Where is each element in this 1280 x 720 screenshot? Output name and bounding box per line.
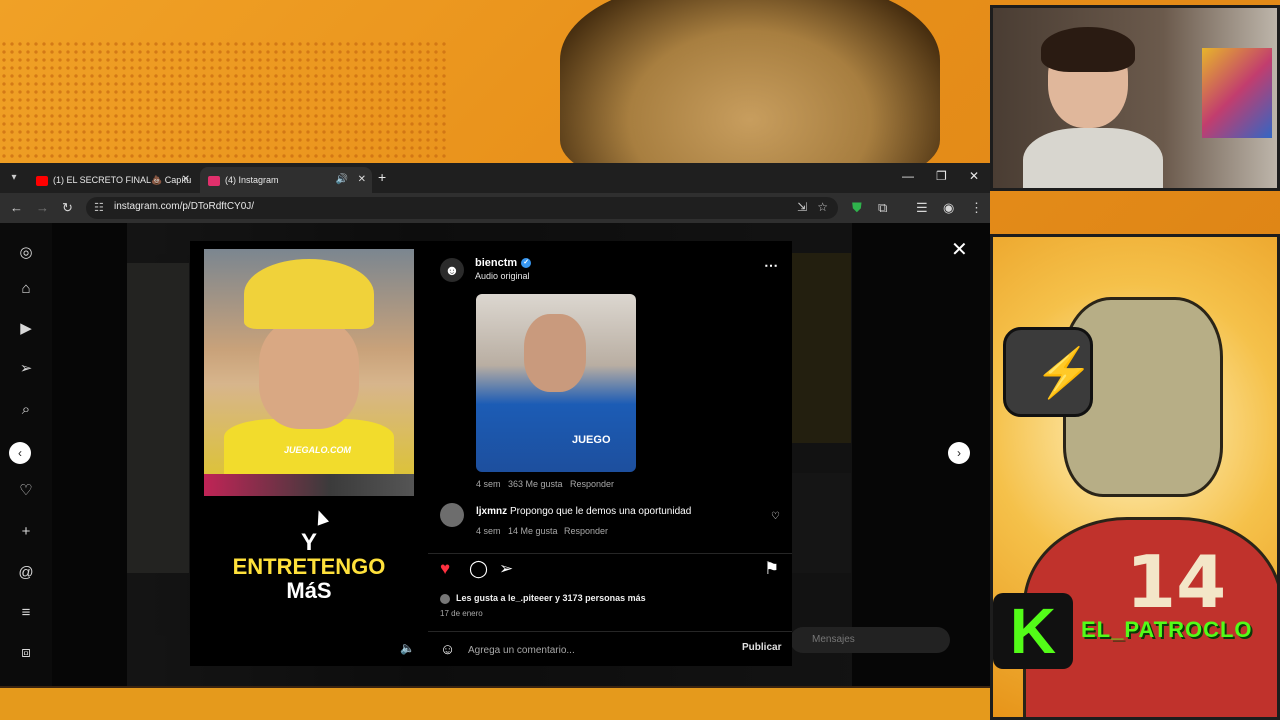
audio-label[interactable]: Audio original [475, 271, 530, 281]
webcam-feed [990, 5, 1280, 191]
like-icon[interactable]: ♥ [440, 559, 450, 579]
background-illustration [560, 0, 940, 180]
threads-icon[interactable]: @ [16, 563, 36, 583]
bolt-icon: ⚡ [1034, 347, 1094, 400]
tab-title: (4) Instagram [225, 175, 279, 185]
mascot-fist: ⚡ [1003, 327, 1094, 417]
comment-username[interactable]: ljxmnz [476, 506, 507, 517]
comment-bar: ☺ Publicar [428, 631, 792, 666]
publish-button[interactable]: Publicar [742, 642, 781, 653]
close-tab-icon[interactable]: ✕ [182, 167, 190, 193]
likes-summary[interactable]: Les gusta a le_.piteeer y 3173 personas … [440, 593, 646, 604]
youtube-icon [36, 175, 48, 186]
comment-likes[interactable]: 14 Me gusta [508, 526, 558, 536]
reply-image: JUEGO [476, 294, 636, 472]
site-info-icon[interactable]: ☷ [94, 201, 104, 214]
reply-button[interactable]: Responder [570, 479, 614, 489]
reels-icon[interactable]: ▶ [16, 319, 36, 339]
restore-button[interactable]: ❐ [936, 169, 947, 183]
instagram-page: ◎ ⌂ ▶ ➢ ⌕ ♡ + @ ≡ ⧈ ‹ › ✕ Mensajes JUEGA… [0, 223, 990, 686]
reload-button[interactable]: ↻ [62, 200, 73, 216]
url-text: instagram.com/p/DToRdftCY0J/ [114, 201, 255, 212]
install-icon[interactable]: ⇲ [797, 200, 807, 214]
create-icon[interactable]: + [16, 522, 36, 542]
tab-search-icon[interactable]: ▾ [6, 170, 22, 186]
jersey-number: 14 [1126, 540, 1227, 624]
home-icon[interactable]: ⌂ [16, 279, 36, 299]
share-icon[interactable]: ➢ [499, 559, 513, 579]
video-frame: JUEGALO.COM [204, 249, 414, 479]
volume-icon[interactable]: 🔈 [400, 641, 415, 655]
close-tab-icon[interactable]: ✕ [358, 167, 366, 193]
direct-icon[interactable]: ➢ [16, 359, 36, 379]
comment-text: Propongo que le demos una oportunidad [510, 506, 692, 517]
shield-extension-icon[interactable]: ⛊ [852, 200, 862, 216]
streamer-name: EL_PATROCLO [1081, 617, 1253, 642]
more-options-icon[interactable]: ⋯ [764, 257, 778, 274]
wall-poster [1202, 48, 1272, 138]
reel-video[interactable]: JUEGALO.COM Y ENTRETENGO MáS 🔈 [190, 241, 428, 666]
video-caption: Y ENTRETENGO MáS [232, 529, 386, 603]
address-bar[interactable]: ☷ instagram.com/p/DToRdftCY0J/ ⇲ ☆ [86, 197, 838, 219]
profile-icon[interactable]: ◉ [943, 200, 954, 216]
post-date: 17 de enero [440, 609, 483, 618]
save-icon[interactable]: ⚑ [764, 559, 779, 579]
reply-time: 4 sem [476, 479, 501, 489]
instagram-logo-icon[interactable]: ◎ [16, 243, 36, 263]
comment-input[interactable] [468, 641, 728, 659]
halftone-pattern [0, 40, 450, 160]
apps-icon[interactable]: ⧈ [16, 643, 36, 663]
speaker-icon[interactable]: 🔊 [336, 167, 348, 193]
back-button[interactable]: ← [10, 200, 23, 216]
omnibox-actions: ⇲ ☆ [797, 200, 828, 214]
instagram-icon [208, 175, 220, 186]
avatar [440, 593, 450, 604]
browser-toolbar: ← → ↻ ☷ instagram.com/p/DToRdftCY0J/ ⇲ ☆… [0, 193, 990, 223]
tab-youtube[interactable]: (1) EL SECRETO FINAL💩 Capítu ✕ [28, 167, 196, 193]
comment-icon[interactable]: ◯ [469, 559, 488, 579]
extensions-icon[interactable]: ⧉ [878, 200, 887, 216]
comment-avatar[interactable] [440, 503, 464, 527]
menu-icon[interactable]: ≡ [16, 603, 36, 623]
new-tab-button[interactable]: + [378, 169, 386, 185]
comment-reply-button[interactable]: Responder [564, 526, 608, 536]
post-username[interactable]: bienctm ✓ [475, 257, 532, 269]
close-modal-button[interactable]: ✕ [951, 237, 968, 262]
like-comment-icon[interactable]: ♡ [771, 511, 780, 522]
menu-kebab-icon[interactable]: ⋮ [970, 200, 983, 216]
comment-time: 4 sem [476, 526, 501, 536]
forward-button[interactable]: → [36, 200, 49, 216]
verified-icon: ✓ [521, 258, 532, 269]
next-post-button[interactable]: › [948, 442, 970, 464]
divider [428, 553, 792, 554]
messages-button[interactable]: Mensajes [790, 627, 950, 653]
video-watermark: JUEGALO.COM [284, 445, 352, 455]
streamer [1023, 27, 1163, 188]
avatar[interactable]: ☻ [440, 258, 464, 282]
reply-likes[interactable]: 363 Me gusta [508, 479, 563, 489]
jersey-sponsor-text: JUEGO [572, 434, 611, 446]
search-icon[interactable]: ⌕ [16, 400, 36, 420]
emoji-icon[interactable]: ☺ [440, 641, 455, 658]
post-panel: ☻ bienctm ✓ Audio original ⋯ JUEGO 4 sem … [428, 241, 792, 666]
stream-bottom-bar [0, 686, 990, 720]
previous-post-button[interactable]: ‹ [9, 442, 31, 464]
mascot-illustration: 14 ⚡ K EL_PATROCLO [990, 234, 1280, 720]
bookmark-star-icon[interactable]: ☆ [817, 200, 828, 214]
tab-bar: ▾ (1) EL SECRETO FINAL💩 Capítu ✕ (4) Ins… [0, 163, 990, 193]
browser-window: ▾ (1) EL SECRETO FINAL💩 Capítu ✕ (4) Ins… [0, 163, 990, 686]
live-strip [204, 474, 414, 496]
minimize-button[interactable]: — [902, 169, 914, 183]
kick-logo: K [993, 593, 1073, 669]
stream-background: 14 ⚡ K EL_PATROCLO ▾ (1) EL SECRETO FINA… [0, 0, 1280, 720]
close-window-button[interactable]: ✕ [969, 169, 979, 183]
media-controls-icon[interactable]: ☰ [916, 200, 928, 216]
tab-instagram[interactable]: (4) Instagram 🔊 ✕ [200, 167, 372, 193]
tab-title: (1) EL SECRETO FINAL💩 Capítu [53, 175, 192, 185]
heart-icon[interactable]: ♡ [16, 481, 36, 501]
